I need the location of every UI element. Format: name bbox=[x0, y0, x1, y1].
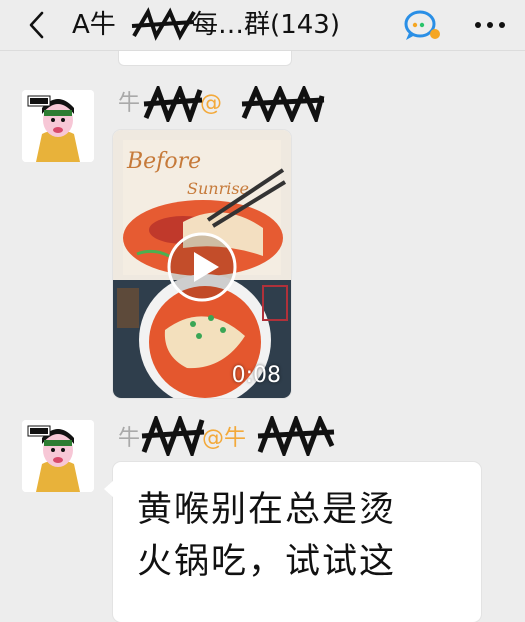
bubble-tail bbox=[104, 480, 114, 498]
previous-message-bubble[interactable] bbox=[118, 51, 292, 66]
video-duration: 0:08 bbox=[231, 363, 281, 388]
play-icon[interactable] bbox=[165, 230, 239, 304]
video-message[interactable]: Before Sunrise 0:08 bbox=[113, 130, 291, 398]
message-text: 黄喉别在总是烫 火锅吃，试试这 bbox=[137, 490, 397, 582]
chat-header: A牛 ·每…群(143) bbox=[0, 0, 525, 51]
more-options-icon[interactable] bbox=[470, 10, 510, 40]
chat-title-suffix: ·每…群(143) bbox=[183, 10, 340, 40]
avatar-cartoon-icon bbox=[22, 420, 94, 492]
avatar-cartoon-icon bbox=[22, 90, 94, 162]
thumbnail-handwriting: Sunrise bbox=[187, 179, 249, 198]
redaction-scribble-icon bbox=[143, 86, 203, 122]
redaction-scribble-icon bbox=[241, 86, 325, 122]
chat-title-prefix: A牛 bbox=[72, 10, 116, 40]
redaction-scribble-icon bbox=[141, 416, 205, 456]
redaction-scribble-icon bbox=[257, 416, 335, 456]
chat-title[interactable]: A牛 ·每…群(143) bbox=[72, 9, 340, 41]
redaction-scribble-icon bbox=[131, 7, 196, 41]
avatar[interactable] bbox=[22, 420, 94, 492]
thumbnail-handwriting: Before bbox=[126, 149, 201, 174]
text-message-bubble[interactable]: 黄喉别在总是烫 火锅吃，试试这 bbox=[104, 462, 481, 622]
back-arrow-icon[interactable] bbox=[22, 10, 52, 40]
channel-bubble-icon[interactable] bbox=[402, 8, 442, 42]
avatar[interactable] bbox=[22, 90, 94, 162]
